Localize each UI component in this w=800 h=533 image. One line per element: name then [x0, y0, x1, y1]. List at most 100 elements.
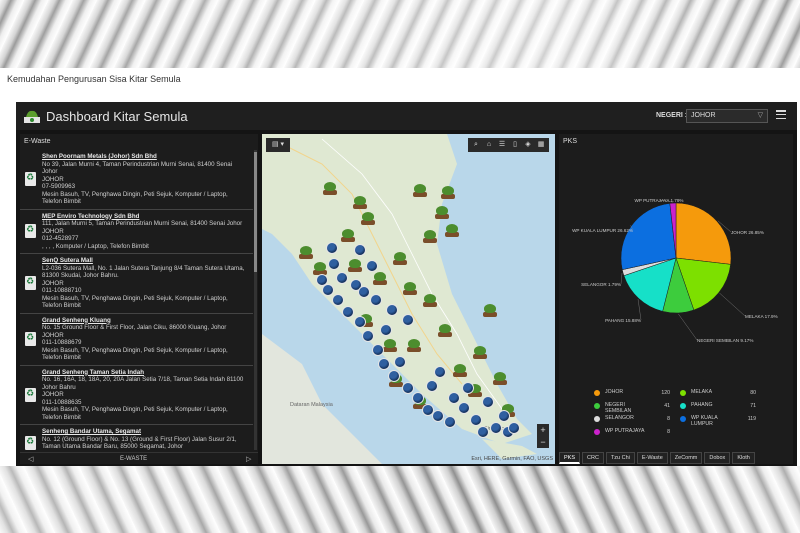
legend-item[interactable]: SELANGOR 8: [594, 414, 678, 424]
list-item[interactable]: MEP Enviro Technology Sdn Bhd111, Jalan …: [20, 210, 253, 254]
item-name-link[interactable]: Shen Poornam Metals (Johor) Sdn Bhd: [42, 153, 249, 161]
item-name-link[interactable]: Senheng Bandar Utama, Segamat: [42, 428, 249, 436]
list-scrollbar[interactable]: [254, 150, 257, 450]
ewaste-point-marker-icon[interactable]: [490, 422, 502, 434]
ewaste-point-marker-icon[interactable]: [434, 366, 446, 378]
tab-dobox[interactable]: Dobox: [704, 452, 731, 464]
search-icon[interactable]: ⌕: [470, 139, 482, 151]
recycle-center-marker-icon[interactable]: [360, 212, 376, 225]
list-item[interactable]: Shen Poornam Metals (Johor) Sdn BhdNo 39…: [20, 150, 253, 210]
layers-icon[interactable]: ◈: [522, 139, 534, 151]
ewaste-point-marker-icon[interactable]: [386, 304, 398, 316]
recycle-center-marker-icon[interactable]: [437, 324, 453, 337]
ewaste-point-marker-icon[interactable]: [332, 294, 344, 306]
recycle-center-marker-icon[interactable]: [382, 339, 398, 352]
home-icon[interactable]: ⌂: [483, 139, 495, 151]
map-view[interactable]: Dataran Malaysia Singapore ▤ ▾ ⌕ ⌂ ☰ ▯ ◈…: [262, 134, 555, 464]
tab-crc[interactable]: CRC: [582, 452, 604, 464]
legend-item[interactable]: MELAKA 80: [680, 388, 764, 398]
ewaste-point-marker-icon[interactable]: [358, 286, 370, 298]
ewaste-point-marker-icon[interactable]: [354, 244, 366, 256]
recycle-center-marker-icon[interactable]: [412, 184, 428, 197]
zoom-in-button[interactable]: +: [537, 424, 549, 436]
ewaste-point-marker-icon[interactable]: [336, 272, 348, 284]
recycle-center-marker-icon[interactable]: [472, 346, 488, 359]
ewaste-point-marker-icon[interactable]: [458, 402, 470, 414]
ewaste-point-marker-icon[interactable]: [394, 356, 406, 368]
item-name-link[interactable]: SenQ Sutera Mall: [42, 257, 249, 265]
item-name-link[interactable]: MEP Enviro Technology Sdn Bhd: [42, 213, 249, 221]
legend-item[interactable]: NEGERI SEMBILAN 41: [594, 401, 678, 413]
list-item[interactable]: Grand Senheng KluangNo. 15 Ground Floor …: [20, 314, 253, 366]
ewaste-point-marker-icon[interactable]: [508, 422, 520, 434]
bookmark-icon[interactable]: ▯: [509, 139, 521, 151]
ewaste-point-marker-icon[interactable]: [326, 242, 338, 254]
next-arrow-icon[interactable]: ▷: [246, 455, 251, 463]
ewaste-point-marker-icon[interactable]: [482, 396, 494, 408]
recycle-center-marker-icon[interactable]: [402, 282, 418, 295]
basemap-gallery-icon[interactable]: ▦: [535, 139, 547, 151]
recycle-center-marker-icon[interactable]: [422, 294, 438, 307]
tab-zecomm[interactable]: ZeComm: [669, 452, 703, 464]
tab-kloth[interactable]: Kloth: [732, 452, 755, 464]
hamburger-menu-icon[interactable]: [776, 110, 786, 120]
ewaste-point-marker-icon[interactable]: [444, 416, 456, 428]
list-item[interactable]: Senheng Bandar Utama, SegamatNo. 12 (Gro…: [20, 425, 253, 450]
recycle-center-marker-icon[interactable]: [372, 272, 388, 285]
ewaste-point-marker-icon[interactable]: [412, 392, 424, 404]
ewaste-point-marker-icon[interactable]: [498, 410, 510, 422]
legend-item[interactable]: WP KUALA LUMPUR 119: [680, 414, 764, 426]
ewaste-point-marker-icon[interactable]: [477, 426, 489, 438]
legend-item[interactable]: WP PUTRAJAYA 8: [594, 427, 678, 437]
ewaste-point-marker-icon[interactable]: [342, 306, 354, 318]
recycle-center-marker-icon[interactable]: [482, 304, 498, 317]
recycle-center-marker-icon[interactable]: [444, 224, 460, 237]
recycle-center-marker-icon[interactable]: [440, 186, 456, 199]
recycle-center-marker-icon[interactable]: [452, 364, 468, 377]
ewaste-point-marker-icon[interactable]: [322, 284, 334, 296]
recycle-center-marker-icon[interactable]: [492, 372, 508, 385]
tab-pks[interactable]: PKS: [559, 452, 581, 464]
recycle-center-marker-icon[interactable]: [340, 229, 356, 242]
legend-item[interactable]: PAHANG 71: [680, 401, 764, 411]
list-item[interactable]: Grand Senheng Taman Setia IndahNo. 16, 1…: [20, 366, 253, 425]
zoom-out-button[interactable]: −: [537, 436, 549, 448]
recycle-center-marker-icon[interactable]: [406, 339, 422, 352]
negeri-select[interactable]: JOHOR ▽: [686, 109, 768, 123]
ewaste-point-marker-icon[interactable]: [370, 294, 382, 306]
recycle-center-marker-icon[interactable]: [347, 259, 363, 272]
recycle-center-marker-icon[interactable]: [298, 246, 314, 259]
ewaste-point-marker-icon[interactable]: [372, 344, 384, 356]
recycle-center-marker-icon[interactable]: [312, 262, 328, 275]
list-icon[interactable]: ☰: [496, 139, 508, 151]
ewaste-point-marker-icon[interactable]: [402, 314, 414, 326]
recycle-center-marker-icon[interactable]: [422, 230, 438, 243]
ewaste-point-marker-icon[interactable]: [470, 414, 482, 426]
ewaste-point-marker-icon[interactable]: [426, 380, 438, 392]
ewaste-point-marker-icon[interactable]: [354, 316, 366, 328]
tab-e-waste[interactable]: E-Waste: [636, 452, 668, 464]
ewaste-point-marker-icon[interactable]: [388, 370, 400, 382]
ewaste-point-marker-icon[interactable]: [402, 382, 414, 394]
ewaste-point-marker-icon[interactable]: [432, 410, 444, 422]
ewaste-point-marker-icon[interactable]: [378, 358, 390, 370]
tab-tzu-chi[interactable]: Tzu Chi: [605, 452, 635, 464]
item-name-link[interactable]: Grand Senheng Kluang: [42, 317, 249, 325]
legend-item[interactable]: JOHOR 120: [594, 388, 678, 398]
layers-button[interactable]: ▤ ▾: [266, 138, 290, 152]
pie-slice[interactable]: [675, 202, 732, 265]
recycle-center-marker-icon[interactable]: [392, 252, 408, 265]
ewaste-point-marker-icon[interactable]: [328, 258, 340, 270]
recycle-center-marker-icon[interactable]: [322, 182, 338, 195]
ewaste-point-marker-icon[interactable]: [316, 274, 328, 286]
ewaste-point-marker-icon[interactable]: [362, 330, 374, 342]
item-name-link[interactable]: Grand Senheng Taman Setia Indah: [42, 369, 249, 377]
list-item[interactable]: SenQ Sutera MallL2-036 Sutera Mall, No. …: [20, 254, 253, 314]
ewaste-point-marker-icon[interactable]: [448, 392, 460, 404]
ewaste-point-marker-icon[interactable]: [380, 324, 392, 336]
pie-slice[interactable]: [620, 203, 677, 270]
recycle-center-marker-icon[interactable]: [434, 206, 450, 219]
ewaste-point-marker-icon[interactable]: [462, 382, 474, 394]
scrollbar-thumb[interactable]: [254, 152, 257, 272]
recycle-center-marker-icon[interactable]: [352, 196, 368, 209]
